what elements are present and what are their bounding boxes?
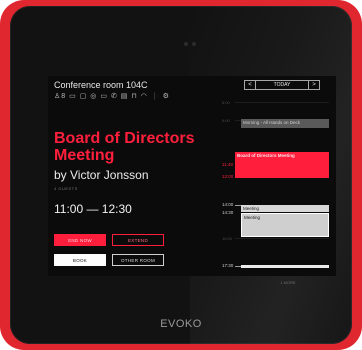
meeting-title: Board of Directors Meeting [54,130,195,164]
calendar-event[interactable]: Morning - All Hands on Deck [241,119,329,128]
whiteboard-icon: ▤ [120,93,129,100]
calendar-event[interactable] [241,265,329,268]
brand-logo: EVOKO [160,318,202,330]
previous-day-button[interactable]: < [245,82,255,88]
flipchart-icon: ⊓ [131,93,138,100]
meeting-time-range: 11:00 — 12:30 [54,202,132,216]
room-amenities: ♙8 ▭ ▢ ◎ ▭ ✆ ▤ ⊓ ◠ | ⚙ [54,92,170,100]
timeline-label: 8:00 [222,100,230,105]
timeline-label: 16:00 [222,236,233,241]
timeline-gridline [235,238,329,239]
end-now-button[interactable]: END NOW [54,234,106,246]
current-time-label: 11:48 [222,162,233,167]
date-navigator: < TODAY > [244,80,320,90]
calendar-event-current[interactable]: Board of Directors Meeting [235,152,329,178]
divider: | [153,93,157,100]
camera-sensor-icon [184,42,188,46]
other-room-button[interactable]: OTHER ROOM [112,254,164,266]
room-capacity: 8 [61,93,67,100]
calendar-event[interactable]: Meeting [241,213,329,237]
more-events-link[interactable]: 1 MORE [248,280,328,285]
timeline-label: 12:00 [222,174,234,179]
camera-icon: ◎ [90,93,98,100]
light-sensor-icon [192,42,196,46]
timeline-label: 17:30 [222,263,234,268]
screen-share-icon: ▭ [100,93,108,100]
next-day-button[interactable]: > [309,82,319,88]
book-button[interactable]: BOOK [54,254,106,266]
room-name: Conference room 104C [54,80,148,90]
timeline-label: 9:00 [222,118,230,123]
timeline-label: 14:30 [222,210,234,215]
meeting-organizer: by Victor Jonsson [54,168,149,182]
display-icon: ▭ [69,93,77,100]
today-button[interactable]: TODAY [255,81,309,89]
calendar-event[interactable]: Meeting [241,205,329,212]
guest-count: 4 GUESTS [54,186,78,191]
settings-icon[interactable]: ⚙ [163,93,170,100]
wifi-icon: ◠ [140,93,148,100]
room-booking-screen: Conference room 104C ♙8 ▭ ▢ ◎ ▭ ✆ ▤ ⊓ ◠ … [48,76,336,285]
extend-button[interactable]: EXTEND [112,234,164,246]
videoconference-icon: ▢ [79,93,88,100]
timeline-gridline [235,102,329,103]
phone-icon: ✆ [110,93,118,100]
timeline-label: 14:00 [222,202,234,207]
